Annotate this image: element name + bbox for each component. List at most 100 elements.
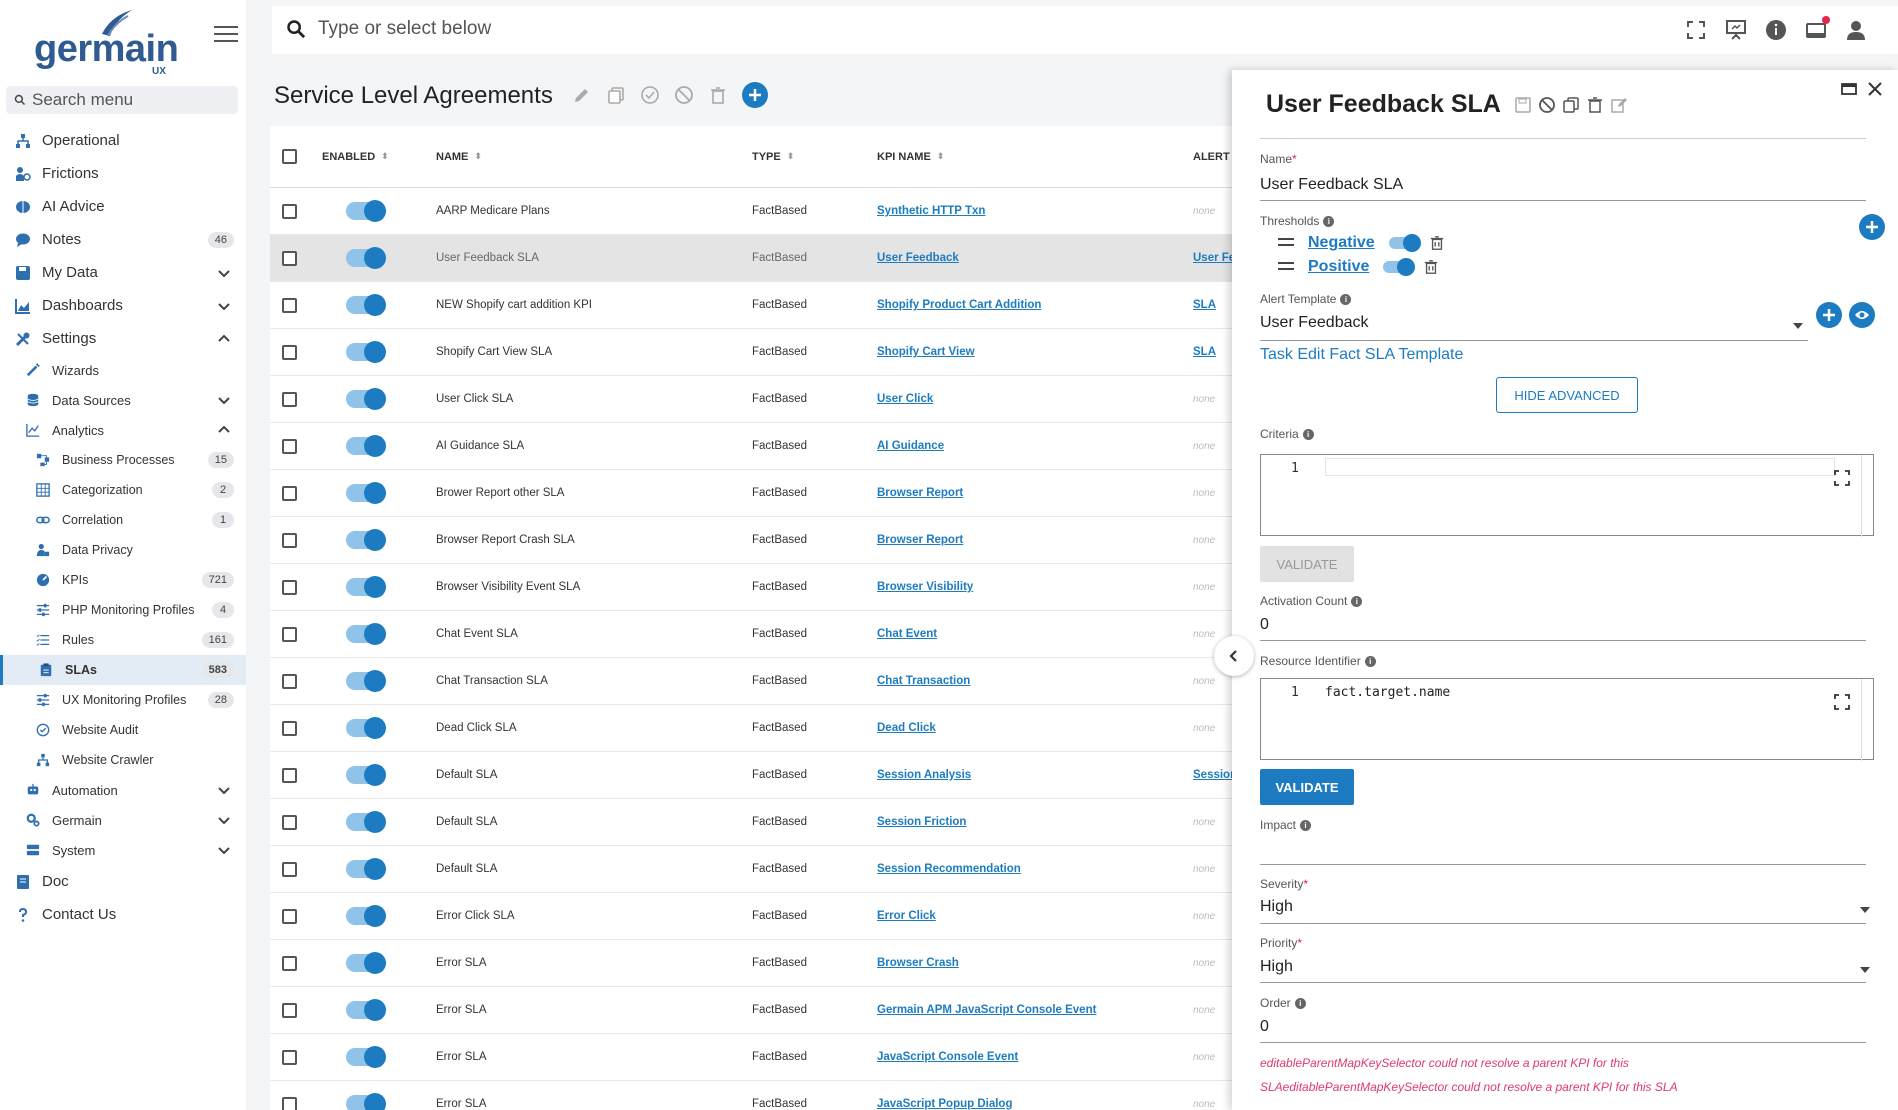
order-field[interactable]: 0 <box>1260 1018 1269 1036</box>
add-threshold-button[interactable] <box>1859 214 1885 240</box>
edit-icon[interactable] <box>1610 96 1628 114</box>
sidebar-item-slas[interactable]: SLAs 583 <box>0 655 246 685</box>
sidebar-item-data-privacy[interactable]: Data Privacy <box>0 535 246 565</box>
table-row[interactable]: Browser Visibility Event SLA FactBased Bro… <box>270 564 1240 611</box>
info-icon[interactable]: i <box>1364 656 1376 668</box>
kpi-link[interactable]: Chat Event <box>877 628 937 640</box>
threshold-positive-toggle[interactable] <box>1383 258 1416 276</box>
threshold-negative-toggle[interactable] <box>1388 234 1421 252</box>
table-row[interactable]: Browser Report Crash SLA FactBased Browser… <box>270 517 1240 564</box>
copy-icon[interactable] <box>606 85 626 105</box>
sidebar-item-website-audit[interactable]: Website Audit <box>0 715 246 745</box>
row-checkbox[interactable] <box>282 203 297 219</box>
sidebar-item-business-processes[interactable]: Business Processes 15 <box>0 445 246 475</box>
row-checkbox[interactable] <box>282 767 297 783</box>
kpi-link[interactable]: Synthetic HTTP Txn <box>877 205 985 217</box>
kpi-link[interactable]: Session Analysis <box>877 769 971 781</box>
sidebar-item-data-sources[interactable]: Data Sources <box>0 385 246 415</box>
table-row[interactable]: User Click SLA FactBased User Click none <box>270 376 1240 423</box>
menu-toggle-button[interactable] <box>214 26 238 46</box>
table-row[interactable]: Default SLA FactBased Session Recommendati… <box>270 846 1240 893</box>
expand-icon[interactable] <box>1833 469 1851 487</box>
info-icon[interactable]: i <box>1294 998 1306 1010</box>
enabled-toggle[interactable] <box>346 717 386 739</box>
save-icon[interactable] <box>1514 96 1532 114</box>
sidebar-item-operational[interactable]: Operational <box>0 124 246 157</box>
sort-icon[interactable]: ⬍ <box>787 151 795 162</box>
sidebar-item-germain[interactable]: Germain <box>0 805 246 835</box>
info-icon[interactable]: i <box>1300 820 1312 832</box>
trash-icon[interactable] <box>1586 96 1604 114</box>
kpi-link[interactable]: Browser Visibility <box>877 581 973 593</box>
chevron-down-icon[interactable] <box>216 298 232 314</box>
trash-icon[interactable] <box>708 85 728 105</box>
chevron-up-icon[interactable] <box>216 422 232 438</box>
enabled-toggle[interactable] <box>346 576 386 598</box>
table-row[interactable]: Brower Report other SLA FactBased Browser … <box>270 470 1240 517</box>
kpi-link[interactable]: Chat Transaction <box>877 675 970 687</box>
row-checkbox[interactable] <box>282 391 297 407</box>
sort-icon[interactable]: ⬍ <box>937 151 945 162</box>
enabled-toggle[interactable] <box>346 435 386 457</box>
sidebar-search-input[interactable]: Search menu <box>6 86 238 114</box>
criteria-editor[interactable]: 1 <box>1260 454 1874 537</box>
sidebar-item-ux-monitoring-profiles[interactable]: UX Monitoring Profiles 28 <box>0 685 246 715</box>
info-icon[interactable]: i <box>1351 596 1363 608</box>
impact-underline[interactable] <box>1260 864 1866 865</box>
row-checkbox[interactable] <box>282 673 297 689</box>
drag-handle-icon[interactable] <box>1278 238 1294 248</box>
enabled-toggle[interactable] <box>346 1093 386 1110</box>
enabled-toggle[interactable] <box>346 811 386 833</box>
row-checkbox[interactable] <box>282 532 297 548</box>
enabled-toggle[interactable] <box>346 999 386 1021</box>
dropdown-arrow-icon[interactable] <box>1860 907 1870 913</box>
sort-icon[interactable]: ⬍ <box>381 151 389 162</box>
check-circle-icon[interactable] <box>640 85 660 105</box>
table-row[interactable]: AI Guidance SLA FactBased AI Guidance none <box>270 423 1240 470</box>
sidebar-item-rules[interactable]: Rules 161 <box>0 625 246 655</box>
col-alert[interactable]: ALERT T <box>1175 151 1240 163</box>
row-checkbox[interactable] <box>282 344 297 360</box>
sidebar-item-automation[interactable]: Automation <box>0 775 246 805</box>
enabled-toggle[interactable] <box>346 388 386 410</box>
row-checkbox[interactable] <box>282 955 297 971</box>
priority-select[interactable]: High <box>1260 958 1293 976</box>
validate-criteria-button[interactable]: VALIDATE <box>1260 546 1354 582</box>
row-checkbox[interactable] <box>282 908 297 924</box>
kpi-link[interactable]: Session Recommendation <box>877 863 1021 875</box>
kpi-link[interactable]: User Click <box>877 393 933 405</box>
dropdown-arrow-icon[interactable] <box>1793 323 1803 329</box>
sidebar-item-dashboards[interactable]: Dashboards <box>0 289 246 322</box>
sidebar-item-categorization[interactable]: Categorization 2 <box>0 475 246 505</box>
col-enabled[interactable]: ENABLED ⬍ <box>316 151 418 163</box>
table-row[interactable]: Dead Click SLA FactBased Dead Click none <box>270 705 1240 752</box>
table-row[interactable]: Error SLA FactBased Browser Crash none <box>270 940 1240 987</box>
row-checkbox[interactable] <box>282 579 297 595</box>
info-icon[interactable]: i <box>1323 216 1335 228</box>
logo[interactable]: germain UX <box>34 8 179 77</box>
fullscreen-icon[interactable] <box>1684 18 1708 42</box>
drag-handle-icon[interactable] <box>1278 262 1294 272</box>
sidebar-item-ai-advice[interactable]: AI Advice <box>0 190 246 223</box>
table-row[interactable]: Default SLA FactBased Session Friction none <box>270 799 1240 846</box>
dropdown-arrow-icon[interactable] <box>1860 967 1870 973</box>
enabled-toggle[interactable] <box>346 623 386 645</box>
enabled-toggle[interactable] <box>346 952 386 974</box>
chevron-down-icon[interactable] <box>216 782 232 798</box>
validate-resource-button[interactable]: VALIDATE <box>1260 769 1354 805</box>
edit-icon[interactable] <box>572 85 592 105</box>
sidebar-item-my-data[interactable]: My Data <box>0 256 246 289</box>
sidebar-item-settings[interactable]: Settings <box>0 322 246 355</box>
enabled-toggle[interactable] <box>346 247 386 269</box>
kpi-link[interactable]: Session Friction <box>877 816 966 828</box>
table-row[interactable]: Shopify Cart View SLA FactBased Shopify Ca… <box>270 329 1240 376</box>
col-name[interactable]: NAME ⬍ <box>418 151 734 163</box>
chevron-down-icon[interactable] <box>216 392 232 408</box>
kpi-link[interactable]: User Feedback <box>877 252 959 264</box>
enabled-toggle[interactable] <box>346 200 386 222</box>
info-icon[interactable]: i <box>1340 294 1352 306</box>
kpi-link[interactable]: Shopify Product Cart Addition <box>877 299 1041 311</box>
table-row[interactable]: Chat Transaction SLA FactBased Chat Transa… <box>270 658 1240 705</box>
close-icon[interactable] <box>1866 80 1884 98</box>
disable-icon[interactable] <box>1538 96 1556 114</box>
